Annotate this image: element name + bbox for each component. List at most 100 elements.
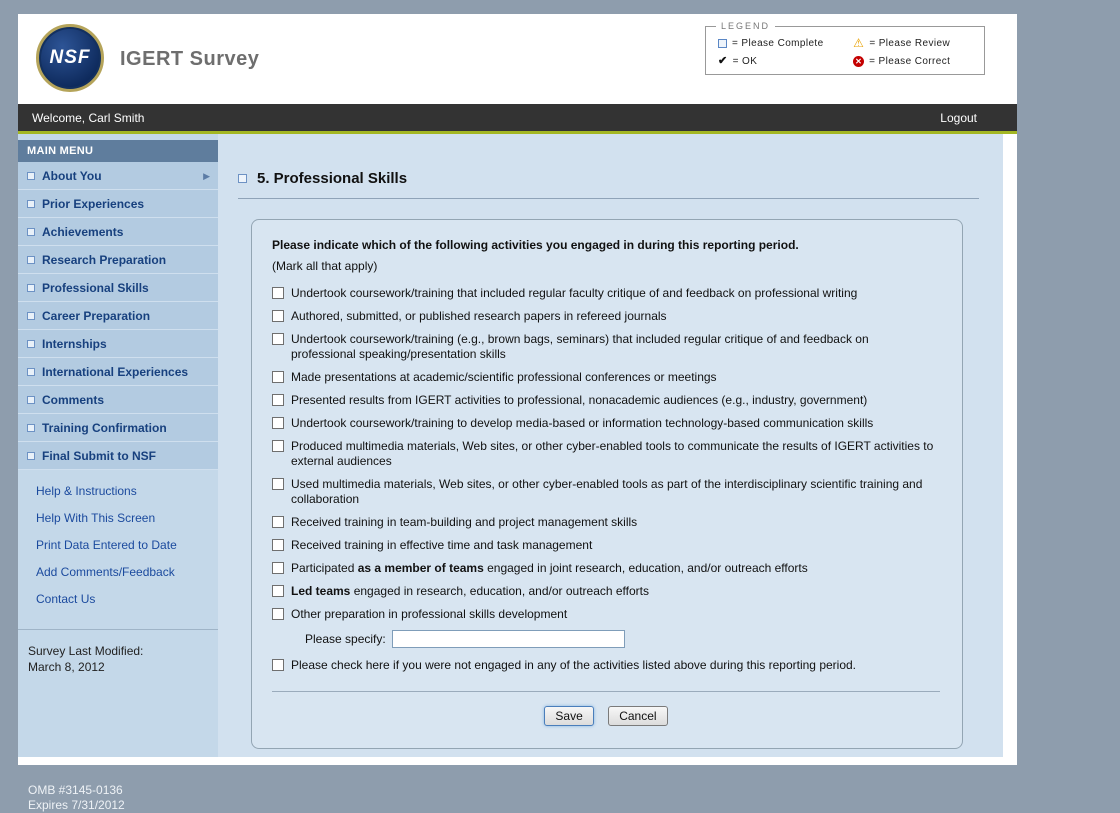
page-title: 5. Professional Skills [257, 170, 407, 187]
please-specify-input[interactable] [392, 630, 625, 648]
checkbox-item: Received training in team-building and p… [272, 515, 940, 530]
nsf-logo-text: NSF [50, 47, 91, 69]
checkbox-label: Made presentations at academic/scientifi… [291, 370, 717, 385]
last-modified-label: Survey Last Modified: [28, 643, 208, 659]
checkbox-label: Presented results from IGERT activities … [291, 393, 867, 408]
checkbox-item: Other preparation in professional skills… [272, 607, 940, 622]
sidebar-item-label: Final Submit to NSF [42, 449, 210, 463]
checkbox-item: Presented results from IGERT activities … [272, 393, 940, 408]
sidebar-link-contact-us[interactable]: Contact Us [36, 592, 218, 606]
sidebar-item-career-preparation[interactable]: Career Preparation [18, 302, 218, 330]
checkbox-label: Used multimedia materials, Web sites, or… [291, 477, 936, 507]
top-bar: Welcome, Carl Smith Logout [18, 104, 1017, 131]
checkbox[interactable] [272, 417, 284, 429]
checkbox-item: Led teams engaged in research, education… [272, 584, 940, 599]
sidebar-links: Help & Instructions Help With This Scree… [18, 470, 218, 623]
checkbox-label: Undertook coursework/training that inclu… [291, 286, 857, 301]
checkbox[interactable] [272, 394, 284, 406]
sidebar-item-label: Training Confirmation [42, 421, 210, 435]
panel-note: (Mark all that apply) [272, 259, 940, 273]
checkbox[interactable] [272, 608, 284, 620]
checkbox-item: Undertook coursework/training that inclu… [272, 286, 940, 301]
checkbox[interactable] [272, 539, 284, 551]
checkbox-label: Produced multimedia materials, Web sites… [291, 439, 936, 469]
checkbox[interactable] [272, 562, 284, 574]
legend-item-ok: ✔ = OK [718, 56, 853, 67]
sidebar-item-about-you[interactable]: About You ▶ [18, 162, 218, 190]
checkbox-item: Produced multimedia materials, Web sites… [272, 439, 940, 469]
legend-review-text: = Please Review [869, 38, 950, 49]
sidebar-item-comments[interactable]: Comments [18, 386, 218, 414]
checkbox-item: Undertook coursework/training to develop… [272, 416, 940, 431]
panel-instructions: Please indicate which of the following a… [272, 238, 940, 252]
please-complete-icon [27, 340, 35, 348]
checkbox[interactable] [272, 287, 284, 299]
please-complete-icon [27, 200, 35, 208]
please-complete-icon [27, 228, 35, 236]
checkbox[interactable] [272, 585, 284, 597]
sidebar-link-add-comments[interactable]: Add Comments/Feedback [36, 565, 218, 579]
nsf-logo: NSF [36, 24, 104, 92]
warning-icon: ⚠ [853, 38, 864, 49]
checkbox-label: Received training in effective time and … [291, 538, 592, 553]
please-complete-icon [27, 452, 35, 460]
checkbox-item-not-engaged: Please check here if you were not engage… [272, 658, 940, 673]
legend-item-review: ⚠ = Please Review [853, 38, 976, 49]
checkbox[interactable] [272, 478, 284, 490]
save-button[interactable]: Save [544, 706, 593, 726]
please-specify-label: Please specify: [305, 632, 386, 646]
checkbox[interactable] [272, 440, 284, 452]
sidebar-item-international-experiences[interactable]: International Experiences [18, 358, 218, 386]
checkbox[interactable] [272, 371, 284, 383]
section-divider [238, 198, 979, 199]
sidebar-item-label: Internships [42, 337, 210, 351]
sidebar-item-label: Research Preparation [42, 253, 210, 267]
please-complete-icon [27, 256, 35, 264]
last-modified-date: March 8, 2012 [28, 659, 208, 675]
sidebar-item-prior-experiences[interactable]: Prior Experiences [18, 190, 218, 218]
sidebar-item-internships[interactable]: Internships [18, 330, 218, 358]
please-complete-icon [238, 174, 247, 183]
checkbox[interactable] [272, 310, 284, 322]
please-complete-icon [27, 312, 35, 320]
please-complete-icon [718, 39, 727, 48]
sidebar-item-professional-skills[interactable]: Professional Skills [18, 274, 218, 302]
cancel-button[interactable]: Cancel [608, 706, 667, 726]
please-complete-icon [27, 284, 35, 292]
please-specify-row: Please specify: [305, 630, 940, 648]
sidebar-link-help-instructions[interactable]: Help & Instructions [36, 484, 218, 498]
sidebar-item-label: Comments [42, 393, 210, 407]
sidebar-item-label: Achievements [42, 225, 210, 239]
checkbox-label: Please check here if you were not engage… [291, 658, 856, 673]
sidebar-item-label: International Experiences [42, 365, 210, 379]
sidebar-item-achievements[interactable]: Achievements [18, 218, 218, 246]
sidebar-item-final-submit[interactable]: Final Submit to NSF [18, 442, 218, 470]
panel-divider [272, 691, 940, 692]
legend-correct-text: = Please Correct [869, 56, 950, 67]
checkbox-item: Made presentations at academic/scientifi… [272, 370, 940, 385]
main-content: 5. Professional Skills Please indicate w… [218, 134, 1003, 757]
welcome-text: Welcome, Carl Smith [32, 111, 144, 125]
checkbox-label: Authored, submitted, or published resear… [291, 309, 667, 324]
sidebar-item-research-preparation[interactable]: Research Preparation [18, 246, 218, 274]
sidebar-link-help-with-screen[interactable]: Help With This Screen [36, 511, 218, 525]
checkbox[interactable] [272, 659, 284, 671]
logout-link[interactable]: Logout [940, 111, 977, 125]
survey-last-modified: Survey Last Modified: March 8, 2012 [18, 630, 218, 675]
main-menu-header: MAIN MENU [18, 140, 218, 162]
error-icon: ✕ [853, 56, 864, 67]
checkbox[interactable] [272, 516, 284, 528]
please-complete-icon [27, 368, 35, 376]
sidebar-item-label: Prior Experiences [42, 197, 210, 211]
sidebar-item-label: Professional Skills [42, 281, 210, 295]
legend-item-complete: = Please Complete [718, 38, 853, 49]
sidebar-item-training-confirmation[interactable]: Training Confirmation [18, 414, 218, 442]
chevron-right-icon: ▶ [203, 171, 210, 182]
checkbox-item: Undertook coursework/training (e.g., bro… [272, 332, 940, 362]
checkbox-list: Undertook coursework/training that inclu… [272, 286, 940, 622]
checkbox[interactable] [272, 333, 284, 345]
please-complete-icon [27, 172, 35, 180]
legend-box: LEGEND = Please Complete ⚠ = Please Revi… [705, 26, 985, 75]
legend-title: LEGEND [716, 21, 775, 31]
sidebar-link-print-data[interactable]: Print Data Entered to Date [36, 538, 218, 552]
